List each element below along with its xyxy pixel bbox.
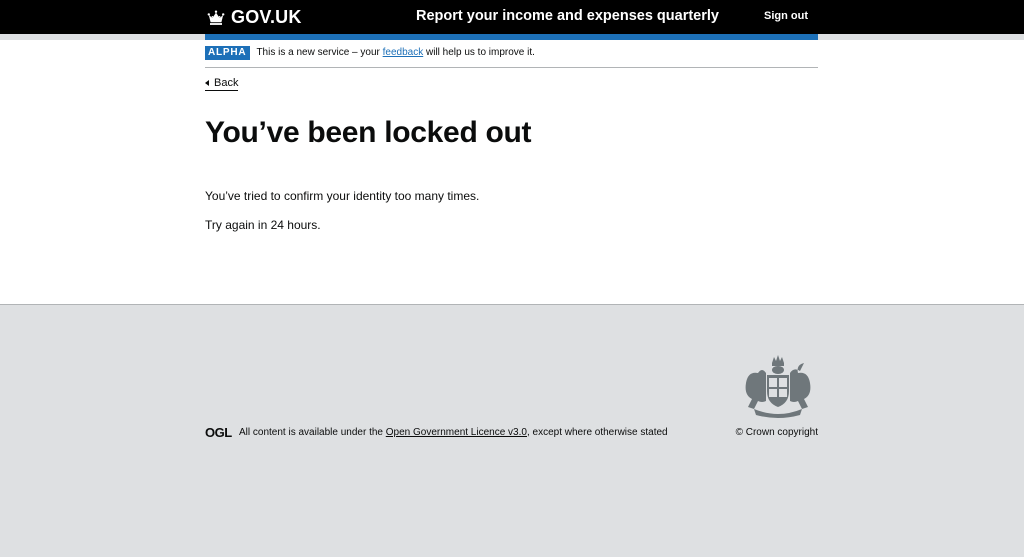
crown-copyright-link[interactable]: © Crown copyright: [736, 427, 818, 438]
body-text-retry: Try again in 24 hours.: [205, 218, 321, 232]
body-text-tries: You’ve tried to confirm your identity to…: [205, 189, 480, 203]
ogl-logo-icon: OGL: [205, 425, 232, 440]
footer-container: OGL All content is available under the O…: [205, 305, 818, 557]
feedback-link[interactable]: feedback: [383, 47, 424, 58]
govuk-logo-link[interactable]: GOV.UK: [205, 7, 302, 28]
phase-text-before: This is a new service – your: [256, 47, 383, 58]
back-arrow-icon: [205, 80, 209, 86]
phase-banner: ALPHA This is a new service – your feedb…: [205, 46, 818, 68]
site-footer: OGL All content is available under the O…: [0, 304, 1024, 557]
licence-text: All content is available under the Open …: [239, 427, 668, 438]
page-title: You’ve been locked out: [205, 116, 532, 149]
phase-banner-text: This is a new service – your feedback wi…: [256, 46, 534, 60]
site-header: GOV.UK Report your income and expenses q…: [0, 0, 1024, 34]
open-government-licence-link[interactable]: Open Government Licence v3.0: [386, 427, 527, 438]
service-name[interactable]: Report your income and expenses quarterl…: [416, 8, 719, 24]
crown-icon: [207, 10, 225, 25]
header-container: GOV.UK Report your income and expenses q…: [205, 0, 818, 34]
back-link[interactable]: Back: [205, 77, 239, 91]
main-content: ALPHA This is a new service – your feedb…: [0, 40, 1024, 304]
royal-coat-of-arms-icon: [745, 355, 811, 418]
sign-out-link[interactable]: Sign out: [764, 10, 808, 22]
govuk-logo-text: GOV.UK: [231, 7, 302, 27]
alpha-tag: ALPHA: [205, 46, 251, 60]
licence-text-before: All content is available under the: [239, 427, 386, 438]
back-link-label: Back: [214, 77, 239, 89]
phase-text-after: will help us to improve it.: [423, 47, 535, 58]
licence-text-after: , except where otherwise stated: [526, 427, 668, 438]
